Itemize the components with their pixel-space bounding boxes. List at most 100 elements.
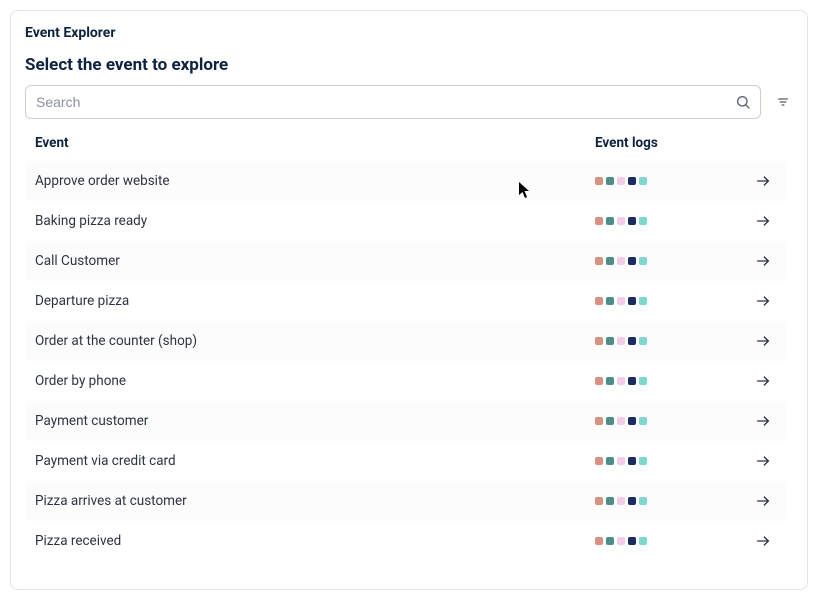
row-arrow-button[interactable]	[755, 493, 777, 509]
log-dot	[628, 497, 636, 505]
event-name: Approve order website	[35, 173, 595, 189]
event-logs	[595, 297, 725, 305]
log-dot	[628, 217, 636, 225]
table-row[interactable]: Order by phone	[25, 361, 787, 401]
search-row	[25, 85, 793, 119]
event-name: Pizza received	[35, 533, 595, 549]
log-dot	[617, 377, 625, 385]
filter-icon	[777, 94, 789, 110]
table-row[interactable]: Departure pizza	[25, 281, 787, 321]
event-table[interactable]: Event Event logs Approve order website Ba…	[25, 129, 793, 569]
event-name: Call Customer	[35, 253, 595, 269]
log-dot	[595, 377, 603, 385]
log-dot	[639, 217, 647, 225]
log-dot	[595, 297, 603, 305]
table-row[interactable]: Baking pizza ready	[25, 201, 787, 241]
row-arrow-button[interactable]	[755, 453, 777, 469]
row-arrow-button[interactable]	[755, 413, 777, 429]
log-dot	[628, 297, 636, 305]
row-arrow-button[interactable]	[755, 333, 777, 349]
log-dot	[639, 337, 647, 345]
table-row[interactable]: Pizza received	[25, 521, 787, 561]
event-logs	[595, 337, 725, 345]
log-dot	[595, 537, 603, 545]
event-explorer-panel: Event Explorer Select the event to explo…	[10, 10, 808, 590]
log-dot	[617, 537, 625, 545]
log-dot	[639, 377, 647, 385]
log-dot	[606, 377, 614, 385]
arrow-right-icon	[755, 333, 771, 349]
event-name: Order at the counter (shop)	[35, 333, 595, 349]
log-dot	[606, 177, 614, 185]
log-dot	[595, 257, 603, 265]
search-icon	[735, 94, 751, 110]
log-dot	[617, 457, 625, 465]
arrow-right-icon	[755, 293, 771, 309]
log-dot	[595, 337, 603, 345]
row-arrow-button[interactable]	[755, 533, 777, 549]
event-name: Payment customer	[35, 413, 595, 429]
event-name: Departure pizza	[35, 293, 595, 309]
event-name: Pizza arrives at customer	[35, 493, 595, 509]
log-dot	[606, 257, 614, 265]
log-dot	[639, 457, 647, 465]
event-name: Order by phone	[35, 373, 595, 389]
event-rows: Approve order website Baking pizza ready C…	[25, 161, 787, 561]
event-logs	[595, 257, 725, 265]
log-dot	[595, 217, 603, 225]
row-arrow-button[interactable]	[755, 253, 777, 269]
row-arrow-button[interactable]	[755, 213, 777, 229]
column-logs: Event logs	[595, 135, 725, 151]
arrow-right-icon	[755, 493, 771, 509]
table-row[interactable]: Order at the counter (shop)	[25, 321, 787, 361]
event-logs	[595, 377, 725, 385]
log-dot	[606, 417, 614, 425]
table-row[interactable]: Call Customer	[25, 241, 787, 281]
event-logs	[595, 177, 725, 185]
table-row[interactable]: Pizza arrives at customer	[25, 481, 787, 521]
arrow-right-icon	[755, 413, 771, 429]
arrow-right-icon	[755, 453, 771, 469]
event-logs	[595, 457, 725, 465]
arrow-right-icon	[755, 253, 771, 269]
arrow-right-icon	[755, 533, 771, 549]
arrow-right-icon	[755, 173, 771, 189]
search-input[interactable]	[25, 85, 761, 119]
row-arrow-button[interactable]	[755, 373, 777, 389]
panel-subtitle: Select the event to explore	[25, 55, 793, 75]
log-dot	[639, 297, 647, 305]
log-dot	[639, 497, 647, 505]
log-dot	[628, 457, 636, 465]
event-name: Baking pizza ready	[35, 213, 595, 229]
event-logs	[595, 217, 725, 225]
row-arrow-button[interactable]	[755, 173, 777, 189]
panel-title: Event Explorer	[25, 25, 793, 41]
log-dot	[628, 377, 636, 385]
log-dot	[639, 537, 647, 545]
log-dot	[628, 257, 636, 265]
log-dot	[617, 257, 625, 265]
log-dot	[595, 497, 603, 505]
log-dot	[617, 497, 625, 505]
table-row[interactable]: Approve order website	[25, 161, 787, 201]
table-row[interactable]: Payment via credit card	[25, 441, 787, 481]
log-dot	[617, 297, 625, 305]
row-arrow-button[interactable]	[755, 293, 777, 309]
event-logs	[595, 537, 725, 545]
log-dot	[639, 177, 647, 185]
event-logs	[595, 497, 725, 505]
log-dot	[617, 217, 625, 225]
log-dot	[606, 337, 614, 345]
search-wrap	[25, 85, 761, 119]
search-button[interactable]	[733, 92, 753, 112]
log-dot	[628, 177, 636, 185]
filter-button[interactable]	[773, 90, 793, 114]
column-event: Event	[35, 135, 595, 151]
log-dot	[606, 217, 614, 225]
log-dot	[617, 177, 625, 185]
table-row[interactable]: Payment customer	[25, 401, 787, 441]
log-dot	[639, 417, 647, 425]
log-dot	[606, 497, 614, 505]
event-name: Payment via credit card	[35, 453, 595, 469]
log-dot	[628, 337, 636, 345]
